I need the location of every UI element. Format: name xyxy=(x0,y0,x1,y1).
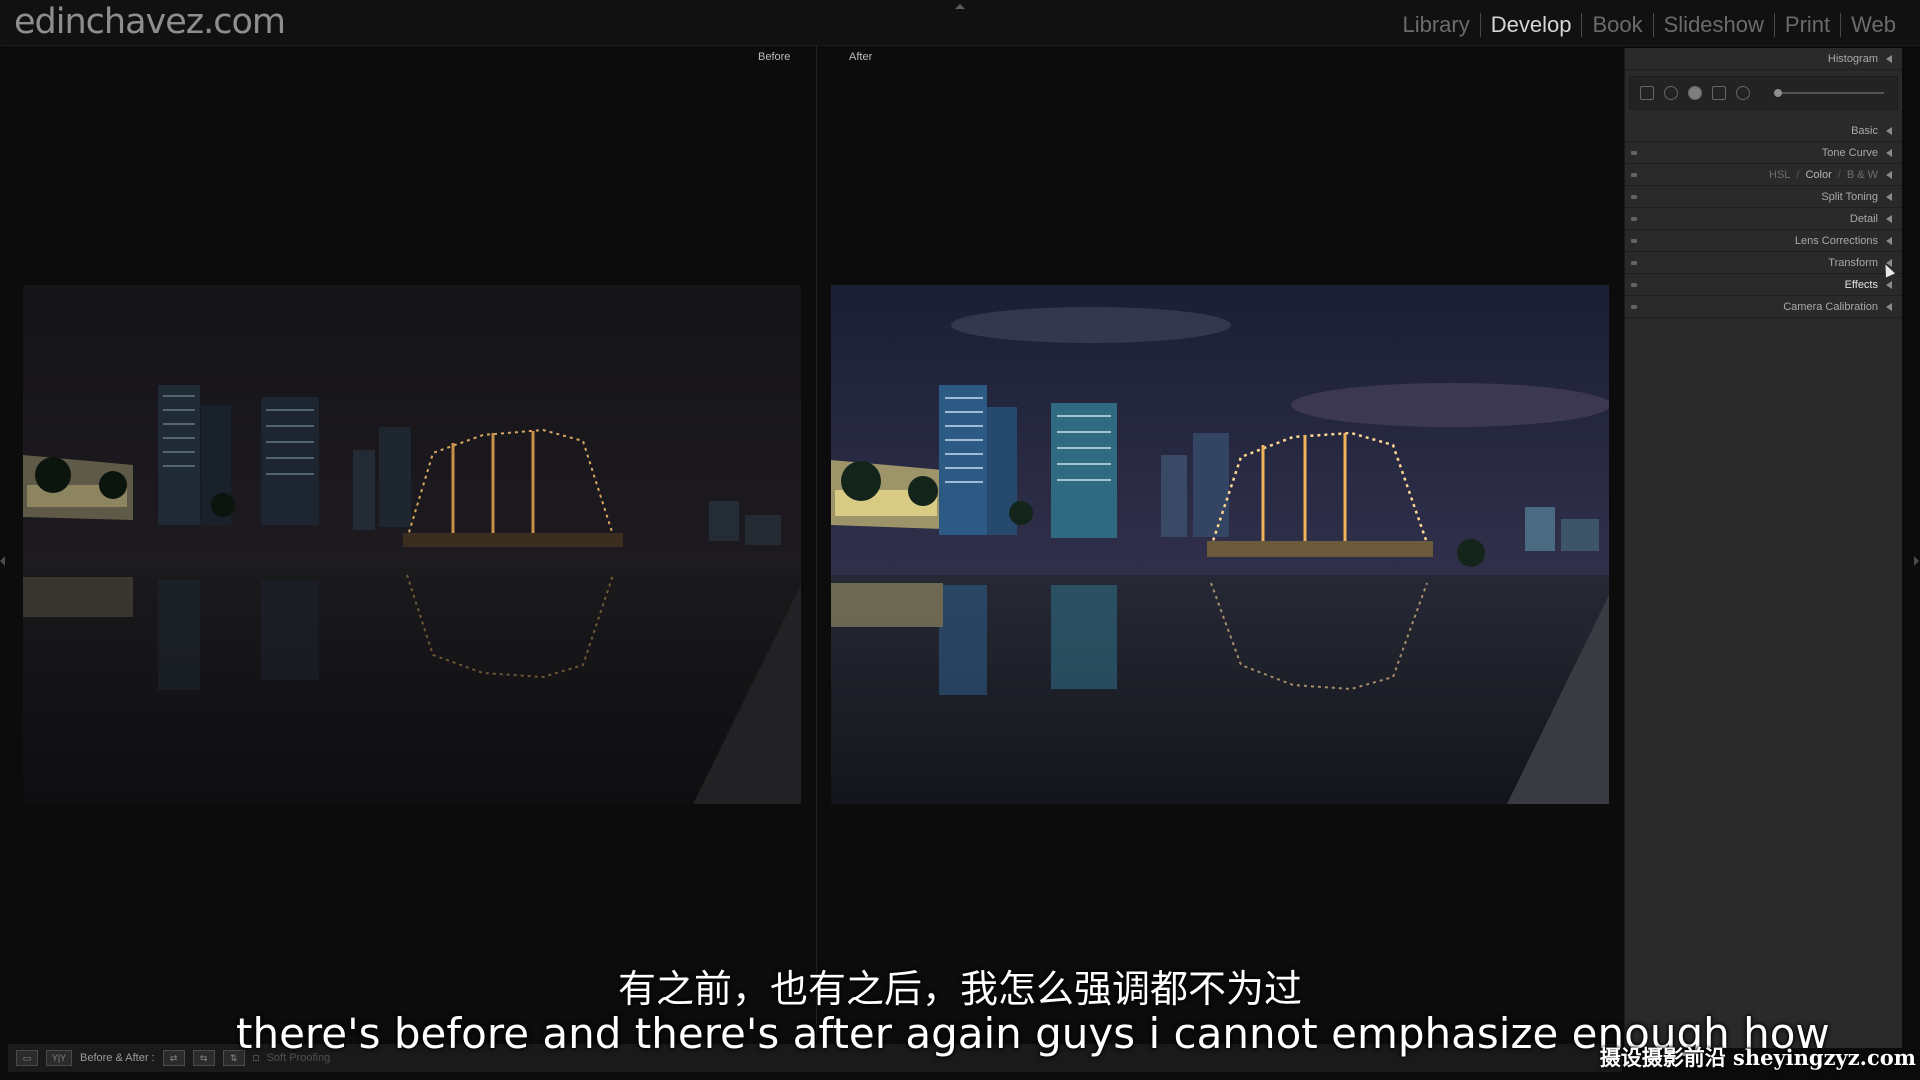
tab-separator: / xyxy=(1837,168,1841,181)
copy-after-to-before-icon[interactable]: ⇆ xyxy=(192,1050,215,1066)
collapse-arrow-icon[interactable] xyxy=(1886,302,1892,311)
panel-effects[interactable]: Effects xyxy=(1625,274,1902,296)
tab-separator: / xyxy=(1796,168,1800,181)
panel-transform-label: Transform xyxy=(1828,256,1878,269)
module-book[interactable]: Book xyxy=(1582,12,1652,38)
panel-histogram-label: Histogram xyxy=(1827,52,1878,65)
collapse-arrow-icon[interactable] xyxy=(1886,192,1892,201)
before-after-divider xyxy=(816,46,817,1040)
panel-lens-corrections-label: Lens Corrections xyxy=(1794,234,1878,247)
panel-switch-icon[interactable] xyxy=(1631,151,1637,155)
panel-lens-corrections[interactable]: Lens Corrections xyxy=(1625,230,1902,252)
collapse-arrow-icon[interactable] xyxy=(1886,148,1892,157)
panel-switch-icon[interactable] xyxy=(1631,283,1637,287)
panel-effects-label: Effects xyxy=(1844,278,1878,291)
panel-basic[interactable]: Basic xyxy=(1625,120,1902,142)
panel-transform[interactable]: Transform xyxy=(1625,252,1902,274)
module-picker: Library Develop Book Slideshow Print Web xyxy=(1393,12,1907,38)
collapse-arrow-icon[interactable] xyxy=(1886,280,1892,289)
red-eye-icon[interactable] xyxy=(1688,86,1702,100)
collapse-arrow-icon[interactable] xyxy=(1886,214,1892,223)
collapse-arrow-icon[interactable] xyxy=(1886,236,1892,245)
panel-basic-label: Basic xyxy=(1851,124,1878,137)
panel-tone-curve-label: Tone Curve xyxy=(1821,146,1878,159)
before-photo[interactable] xyxy=(23,285,801,804)
graduated-filter-icon[interactable] xyxy=(1712,86,1726,100)
module-library[interactable]: Library xyxy=(1393,12,1480,38)
subtitle-chinese: 有之前，也有之后，我怎么强调都不为过 xyxy=(617,967,1302,1011)
before-after-view-icon[interactable]: Y|Y xyxy=(46,1050,72,1066)
module-slideshow[interactable]: Slideshow xyxy=(1654,12,1774,38)
panel-detail[interactable]: Detail xyxy=(1625,208,1902,230)
loupe-view-icon[interactable]: ▭ xyxy=(16,1050,38,1066)
after-label: After xyxy=(849,51,873,63)
hsl-tab[interactable]: HSL xyxy=(1769,169,1790,181)
collapse-arrow-icon[interactable] xyxy=(1886,126,1892,135)
crop-tool-icon[interactable] xyxy=(1640,86,1654,100)
watermark: 摄设摄影前沿 sheyingzyz.com xyxy=(1599,1045,1916,1070)
panel-hsl-color-bw[interactable]: HSL / Color / B & W xyxy=(1625,164,1902,186)
panel-split-toning[interactable]: Split Toning xyxy=(1625,186,1902,208)
module-print[interactable]: Print xyxy=(1775,12,1840,38)
copy-before-to-after-icon[interactable]: ⇄ xyxy=(162,1050,185,1066)
panel-tone-curve[interactable]: Tone Curve xyxy=(1625,142,1902,164)
module-develop[interactable]: Develop xyxy=(1481,12,1582,38)
module-web[interactable]: Web xyxy=(1841,12,1906,38)
subtitle-english: there's before and there's after again g… xyxy=(236,1009,1830,1058)
before-after-label: Before & After : xyxy=(80,1052,155,1064)
panel-switch-icon[interactable] xyxy=(1631,195,1637,199)
panel-switch-icon[interactable] xyxy=(1631,217,1637,221)
color-tab[interactable]: Color xyxy=(1805,169,1831,181)
identity-plate-logo: edinchavez.com xyxy=(14,2,286,42)
collapse-arrow-icon[interactable] xyxy=(1886,54,1892,63)
top-panel-toggle-icon[interactable] xyxy=(955,4,965,9)
top-bar: edinchavez.com Library Develop Book Slid… xyxy=(0,0,1920,46)
left-panel-toggle-icon[interactable] xyxy=(0,556,5,566)
panel-switch-icon[interactable] xyxy=(1631,173,1637,177)
tool-strip xyxy=(1629,76,1898,110)
panel-switch-icon[interactable] xyxy=(1631,261,1637,265)
panel-switch-icon[interactable] xyxy=(1631,239,1637,243)
develop-right-panel: Histogram Basic Tone Curve HSL / Color /… xyxy=(1624,48,1902,1048)
panel-switch-icon[interactable] xyxy=(1631,305,1637,309)
panel-camera-calibration[interactable]: Camera Calibration xyxy=(1625,296,1902,318)
bw-tab[interactable]: B & W xyxy=(1847,169,1878,181)
panel-detail-label: Detail xyxy=(1849,212,1878,225)
before-label: Before xyxy=(758,51,791,63)
panel-histogram[interactable]: Histogram xyxy=(1625,48,1902,70)
right-panel-toggle-icon[interactable] xyxy=(1914,556,1919,566)
radial-filter-icon[interactable] xyxy=(1736,86,1750,100)
after-photo[interactable] xyxy=(831,285,1609,804)
panel-camera-calibration-label: Camera Calibration xyxy=(1783,300,1878,313)
adjustment-brush-slider[interactable] xyxy=(1774,89,1884,97)
spot-removal-icon[interactable] xyxy=(1664,86,1678,100)
panel-split-toning-label: Split Toning xyxy=(1821,190,1878,203)
collapse-arrow-icon[interactable] xyxy=(1886,170,1892,179)
